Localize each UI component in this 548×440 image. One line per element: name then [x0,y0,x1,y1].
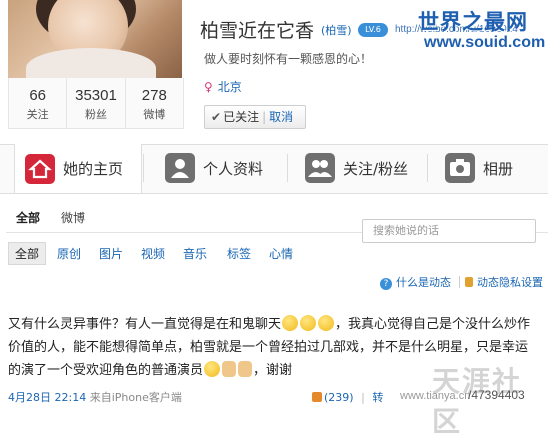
tab-divider [427,154,428,182]
stat-following[interactable]: 66 关注 [9,78,68,128]
help-link[interactable]: ? 什么是动态 [380,274,451,290]
filter-videos[interactable]: 视频 [141,245,165,262]
stat-posts-count: 278 [141,87,167,104]
stat-followers-count: 35301 [75,87,117,104]
tab-profile-info[interactable]: 个人资料 [165,144,263,192]
location-label[interactable]: 北京 [218,80,242,94]
gender-icon: ♀ [204,80,213,94]
tab-divider [143,154,144,182]
stat-following-label: 关注 [26,108,49,121]
privacy-settings-link[interactable]: 动态隐私设置 [465,274,543,290]
divider: | [361,391,365,404]
tab-follow-fans[interactable]: 关注/粉丝 [305,144,408,192]
help-link-label: 什么是动态 [396,276,451,289]
filter-music[interactable]: 音乐 [183,245,207,262]
filter-tags[interactable]: 标签 [227,245,251,262]
cancel-follow-link[interactable]: 取消 [269,110,293,124]
watermark-site-name: 世界之最网 [418,10,528,34]
avatar-shirt [26,48,156,78]
like-count: (239) [324,391,354,404]
stat-following-count: 66 [29,87,46,104]
subtab-all[interactable]: 全部 [16,209,40,226]
profile-avatar[interactable] [8,0,182,78]
post-date[interactable]: 4月28日 22:14 [8,391,86,404]
tab-album-label: 相册 [483,159,514,178]
post-text-part3: ，谢谢 [253,363,293,378]
privacy-settings-label: 动态隐私设置 [477,276,543,289]
check-icon: ✔ [211,110,222,124]
person-icon [165,153,195,183]
forward-link[interactable]: 转 [372,391,383,404]
level-badge[interactable]: LV.6 [358,23,388,37]
ok-hand-icon [222,361,237,377]
watermark-tianya-url: www.tianya.cn [400,390,471,402]
shy-emoji-icon [300,315,317,331]
thumbs-up-icon [312,392,322,402]
stat-followers[interactable]: 35301 粉丝 [67,78,126,128]
question-icon: ? [380,278,392,290]
profile-motto: 做人要时刻怀有一颗感恩的心！ [204,52,373,66]
post-actions: (239) | 转 [312,389,383,405]
watermark-site-url: www.souid.com [424,34,546,51]
profile-stats: 66 关注 35301 粉丝 278 微博 [8,78,184,129]
tab-follow-fans-label: 关注/粉丝 [343,159,409,178]
profile-alias[interactable]: (柏雪) [321,22,352,38]
post-text-part1: 又有什么灵异事件？有人一直觉得是在和鬼聊天 [8,317,282,332]
tab-divider [287,154,288,182]
filter-images[interactable]: 图片 [99,245,123,262]
filter-original[interactable]: 原创 [57,245,81,262]
stat-followers-label: 粉丝 [84,108,107,121]
follow-status-label: 已关注 [223,110,260,124]
search-input[interactable]: 搜索她说的话 [362,219,536,243]
stat-posts[interactable]: 278 微博 [126,78,183,128]
follow-status-button[interactable]: ✔ 已关注 | 取消 [204,105,306,129]
divider [459,276,460,288]
subtab-weibo[interactable]: 微博 [61,209,85,226]
filter-all[interactable]: 全部 [8,242,47,265]
post-meta: 4月28日 22:14 来自iPhone客户端 [8,389,182,405]
tab-profile-info-label: 个人资料 [203,159,264,178]
tab-home-label: 她的主页 [63,160,124,178]
post-source: 来自iPhone客户端 [89,391,182,404]
tab-home[interactable]: 她的主页 [14,144,143,193]
grin-emoji-icon [282,315,299,331]
face-emoji-icon [204,361,221,377]
divider: | [262,110,267,124]
shock-emoji-icon [318,315,335,331]
profile-location: ♀ 北京 [204,78,242,95]
watermark-post-id: /47394403 [468,388,525,402]
profile-name: 柏雪近在它香 [200,20,315,42]
victory-hand-icon [238,361,253,377]
home-icon [25,153,55,184]
filter-mood[interactable]: 心情 [269,245,293,262]
stat-posts-label: 微博 [143,108,166,121]
people-icon [305,153,335,183]
tab-album[interactable]: 相册 [445,144,513,192]
camera-icon [445,153,475,183]
like-button[interactable]: (239) [312,391,354,404]
lock-icon [465,277,473,287]
